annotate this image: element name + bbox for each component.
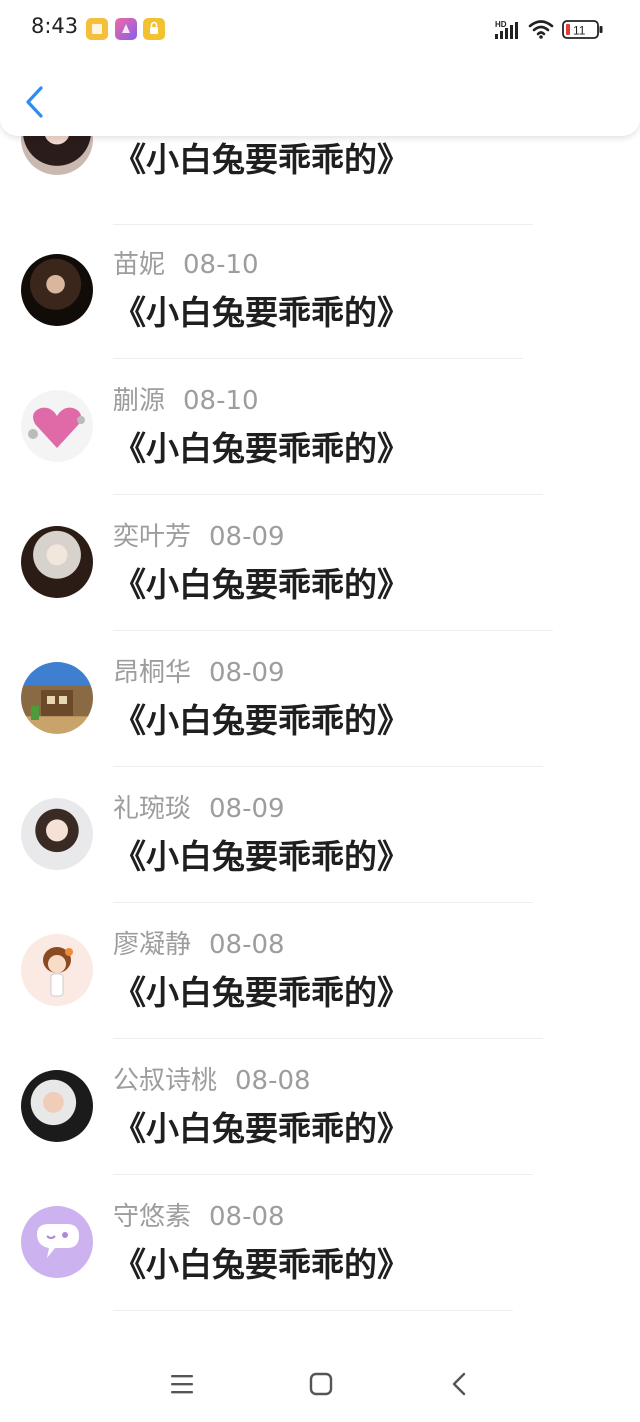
user-name: 廖凝静: [113, 930, 192, 960]
security-icon: [143, 18, 165, 40]
user-name: 奕叶芳: [113, 522, 192, 552]
avatar: [21, 1206, 93, 1278]
heart-icon: [28, 407, 85, 448]
item-title: 《小白兔要乖乖的》: [113, 565, 410, 604]
item-title: 《小白兔要乖乖的》: [113, 837, 410, 876]
divider: [113, 766, 543, 767]
menu-icon[interactable]: [170, 1372, 194, 1396]
svg-text:HD: HD: [495, 20, 507, 29]
list-item[interactable]: 蒯源 08-10 《小白兔要乖乖的》: [0, 386, 640, 521]
item-date: 08-10: [183, 386, 259, 416]
item-title: 《小白兔要乖乖的》: [113, 140, 410, 179]
user-name: 昂桐华: [113, 658, 192, 688]
list-item[interactable]: 守悠素 08-08 《小白兔要乖乖的》: [0, 1202, 640, 1337]
top-header: 8:43 HD 11: [0, 0, 640, 136]
item-date: 08-09: [209, 522, 285, 552]
user-name: 蒯源: [113, 386, 166, 416]
house-icon: [31, 690, 73, 720]
status-time: 8:43: [31, 14, 79, 38]
item-title: 《小白兔要乖乖的》: [113, 1245, 410, 1284]
list-item[interactable]: 礼琬琰 08-09 《小白兔要乖乖的》: [0, 794, 640, 929]
list-item[interactable]: 奕叶芳 08-09 《小白兔要乖乖的》: [0, 522, 640, 657]
cartoon-girl-icon: [43, 947, 73, 997]
avatar: [21, 934, 93, 1006]
list-item[interactable]: 昂桐华 08-09 《小白兔要乖乖的》: [0, 658, 640, 793]
list-item[interactable]: 廖凝静 08-08 《小白兔要乖乖的》: [0, 930, 640, 1065]
divider: [113, 358, 523, 359]
avatar: [21, 254, 93, 326]
item-date: 08-08: [235, 1066, 311, 1096]
cellular-signal-icon: HD: [495, 20, 518, 39]
chat-bubble-icon: [37, 1224, 79, 1258]
item-date: 08-09: [209, 658, 285, 688]
user-name: 礼琬琰: [113, 794, 192, 824]
user-name: 公叔诗桃: [113, 1066, 218, 1096]
avatar: [21, 390, 93, 462]
item-date: 08-08: [209, 1202, 285, 1232]
item-date: 08-08: [209, 930, 285, 960]
item-title: 《小白兔要乖乖的》: [113, 293, 410, 332]
user-name: 守悠素: [113, 1202, 192, 1232]
user-name: 苗妮: [113, 250, 166, 280]
list-item[interactable]: 苗妮 08-10 《小白兔要乖乖的》: [0, 250, 640, 385]
gallery-icon: [115, 18, 137, 40]
battery-icon: 11: [562, 20, 603, 39]
back-triangle-icon[interactable]: [448, 1372, 472, 1396]
avatar: [21, 662, 93, 734]
system-nav-bar: [0, 1350, 640, 1422]
item-title: 《小白兔要乖乖的》: [113, 701, 410, 740]
divider: [113, 902, 533, 903]
item-title: 《小白兔要乖乖的》: [113, 973, 410, 1012]
back-button[interactable]: [22, 84, 48, 120]
item-title: 《小白兔要乖乖的》: [113, 1109, 410, 1148]
wifi-icon: [528, 20, 554, 39]
avatar: [21, 798, 93, 870]
list-item[interactable]: 公叔诗桃 08-08 《小白兔要乖乖的》: [0, 1066, 640, 1201]
divider: [113, 630, 553, 631]
item-title: 《小白兔要乖乖的》: [113, 429, 410, 468]
battery-level: 11: [573, 24, 586, 38]
notes-icon: [86, 18, 108, 40]
divider: [113, 1038, 543, 1039]
divider: [113, 494, 543, 495]
avatar: [21, 526, 93, 598]
avatar: [21, 1070, 93, 1142]
divider: [113, 224, 533, 225]
home-icon[interactable]: [309, 1372, 333, 1396]
item-date: 08-10: [183, 250, 259, 280]
item-date: 08-09: [209, 794, 285, 824]
divider: [113, 1310, 513, 1311]
divider: [113, 1174, 533, 1175]
